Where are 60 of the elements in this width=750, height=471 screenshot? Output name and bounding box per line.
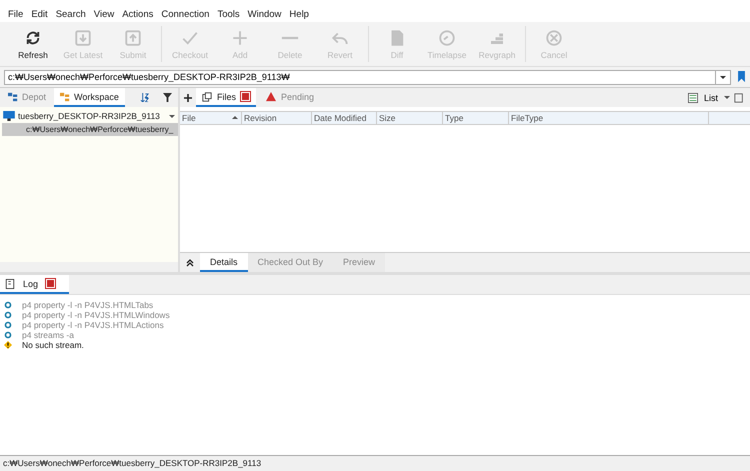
toolbar-button[interactable]: Refresh <box>8 24 58 64</box>
path-field[interactable]: c:₩Users₩onech₩Perforce₩tuesberry_DESKTOP-RR3IP2B_9113₩ <box>4 70 716 84</box>
info-dot-icon <box>4 311 12 319</box>
log-line: p4 property -l -n P4VJS.HTMLTabs <box>22 300 154 310</box>
monitor-icon <box>3 111 15 121</box>
info-dot-icon <box>4 321 12 329</box>
add-icon <box>231 28 249 46</box>
menu-item[interactable]: Connection <box>157 8 214 20</box>
column-header[interactable]: FileType <box>509 112 709 124</box>
log-line: p4 streams -a <box>22 330 74 340</box>
delete-icon <box>281 36 299 40</box>
refresh-icon <box>24 28 42 46</box>
dropdown-arrow-icon[interactable] <box>169 114 175 118</box>
double-chevron-up-icon[interactable] <box>186 258 194 266</box>
plus-icon[interactable] <box>184 94 192 102</box>
close-icon[interactable] <box>46 279 56 288</box>
info-dot-icon <box>4 301 12 309</box>
column-header[interactable]: Date Modified <box>312 112 377 124</box>
clock-icon <box>438 28 456 46</box>
folder-tree-icon <box>8 92 18 102</box>
menu-item[interactable]: Edit <box>27 8 52 20</box>
window-icon[interactable] <box>734 92 744 102</box>
info-dot-icon <box>4 331 12 339</box>
view-mode-button[interactable]: List <box>702 92 720 102</box>
list-view-icon <box>688 92 698 102</box>
warning-icon <box>4 341 12 349</box>
close-icon[interactable] <box>241 92 250 101</box>
cancel-icon <box>545 28 563 46</box>
log-line: p4 property -l -n P4VJS.HTMLActions <box>22 320 164 330</box>
column-header[interactable]: Size <box>377 112 443 124</box>
column-header[interactable]: Revision <box>242 112 312 124</box>
tree-item[interactable]: c:₩Users₩onech₩Perforce₩tuesberry_ <box>2 123 178 136</box>
menu-item[interactable]: Tools <box>213 8 244 20</box>
files-icon <box>202 92 212 102</box>
log-icon <box>5 278 15 288</box>
status-bar: c:₩Users₩onech₩Perforce₩tuesberry_DESKTOP-RR3IP2B_9113 <box>0 455 750 471</box>
folder-tree-icon <box>60 92 70 102</box>
detail-tab[interactable]: Details <box>200 253 248 272</box>
bookmark-icon[interactable] <box>737 71 746 83</box>
dropdown-arrow-icon[interactable] <box>720 76 726 78</box>
pane-tab[interactable]: Files <box>196 88 256 107</box>
menu-item[interactable]: Search <box>52 8 90 20</box>
sort-icon[interactable] <box>140 93 149 102</box>
log-line: p4 property -l -n P4VJS.HTMLWindows <box>22 310 170 320</box>
log-line: No such stream. <box>22 340 84 350</box>
warning-triangle-icon <box>266 92 276 102</box>
horizontal-scrollbar[interactable] <box>0 262 178 272</box>
column-header[interactable]: File <box>180 112 242 124</box>
menu-item[interactable]: File <box>4 8 28 20</box>
filter-icon[interactable] <box>163 93 172 102</box>
sort-ascending-icon <box>232 116 238 119</box>
menu-item[interactable]: View <box>90 8 118 20</box>
pane-tab[interactable]: Workspace <box>54 88 125 107</box>
workspace-select[interactable]: tuesberry_DESKTOP-RR3IP2B_9113 <box>0 109 178 123</box>
log-tab[interactable]: Log <box>0 275 70 294</box>
menu-item[interactable]: Window <box>244 8 286 20</box>
menu-item[interactable]: Actions <box>118 8 158 20</box>
column-header[interactable]: Type <box>443 112 509 124</box>
menu-item[interactable]: Help <box>285 8 313 20</box>
dropdown-arrow-icon[interactable] <box>724 96 730 99</box>
